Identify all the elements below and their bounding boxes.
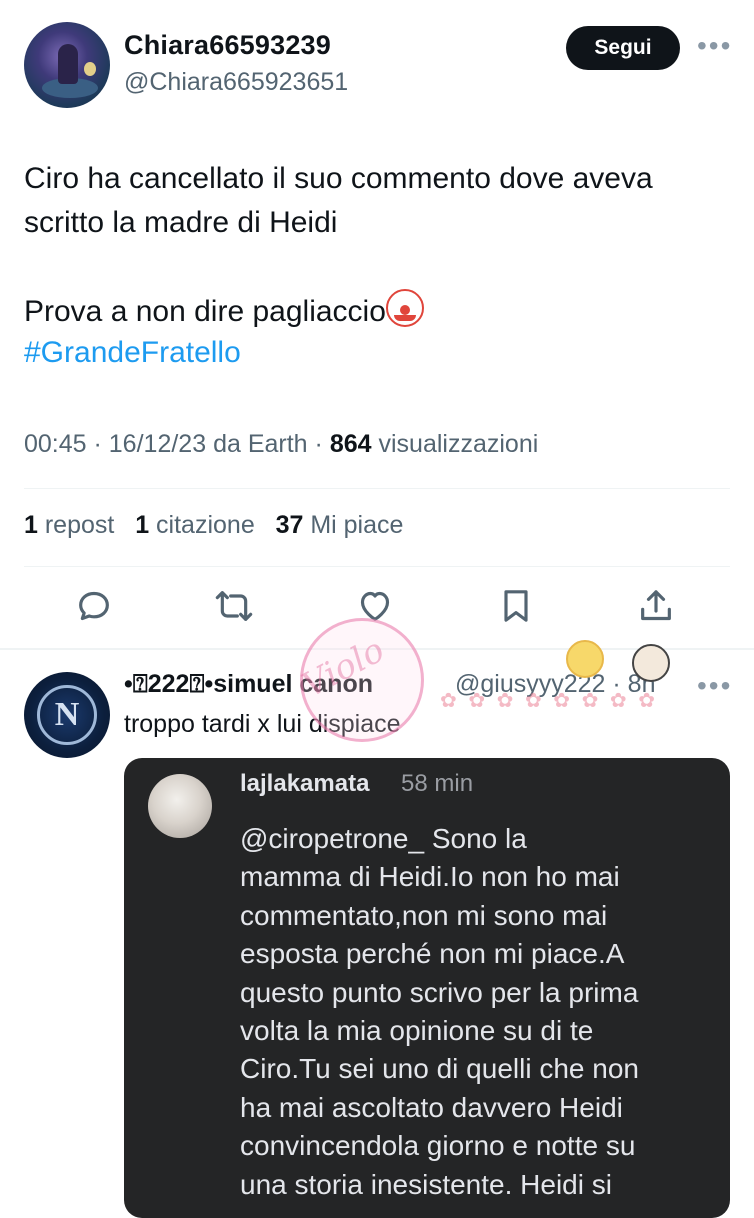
commenter-username: lajlakamata <box>240 770 370 797</box>
bookmark-icon[interactable] <box>496 586 536 626</box>
likes-label: Mi piace <box>310 511 404 539</box>
likes-count: 37 <box>275 511 304 539</box>
author-display-name[interactable]: Chiara66593239 <box>124 30 331 61</box>
commenter-avatar <box>148 774 212 838</box>
comment-line: commentato,non mi sono mai <box>240 899 608 931</box>
tweet-text: Ciro ha cancellato il suo commento dove … <box>24 157 724 334</box>
reposts-stat[interactable]: 1 repost <box>24 511 114 539</box>
reposts-label: repost <box>44 511 115 539</box>
divider <box>24 488 730 489</box>
author-handle[interactable]: @Chiara665923651 <box>124 68 348 97</box>
watermark-sticker-icon <box>632 644 670 682</box>
tweet-source: Earth <box>247 430 308 458</box>
napoli-logo-icon: N <box>37 685 97 745</box>
comment-line: esposta perché non mi piace.A <box>240 938 625 970</box>
tweet-text-line: scritto la madre di Heidi <box>24 206 338 239</box>
more-options-icon[interactable]: ••• <box>697 670 732 702</box>
clown-face-emoji-icon <box>385 289 424 327</box>
tweet-stats: 1 repost 1 citazione 37 Mi piace <box>24 511 403 540</box>
watermark-sticker-icon <box>566 640 604 678</box>
tweet-meta: 00:45 · 16/12/23 da Earth · 864 visualiz… <box>24 430 539 458</box>
share-icon[interactable] <box>636 586 676 626</box>
comment-line: questo punto scrivo per la prima <box>240 976 639 1008</box>
reply-image[interactable]: lajlakamata 58 min @ciropetrone_ Sono la… <box>124 758 730 1218</box>
divider <box>24 566 730 567</box>
tweet-text-line-3: Prova a non dire pagliaccio <box>24 289 724 334</box>
author-avatar[interactable] <box>24 22 110 108</box>
tweet-text-pagliaccio: Prova a non dire pagliaccio <box>24 295 386 328</box>
quotes-count: 1 <box>135 511 150 539</box>
reposts-count: 1 <box>24 511 38 539</box>
reply-icon[interactable] <box>74 586 114 626</box>
tweet-time: 00:45 <box>24 430 87 458</box>
views-label: visualizzazioni <box>378 430 539 458</box>
follow-button[interactable]: Segui <box>566 26 680 70</box>
comment-time: 58 min <box>401 770 474 797</box>
source-prefix: da <box>213 430 241 458</box>
hashtag-link[interactable]: #GrandeFratello <box>24 336 241 370</box>
likes-stat[interactable]: 37 Mi piace <box>276 511 404 539</box>
comment-line: volta la mia opinione su di te <box>240 1015 594 1047</box>
comment-line: ha mai ascoltato davvero Heidi <box>240 1091 623 1123</box>
comment-line: convincendola giorno e notte su <box>240 1130 636 1162</box>
tweet-text-line: Ciro ha cancellato il suo commento dove … <box>24 162 653 195</box>
more-options-icon[interactable]: ••• <box>697 30 732 62</box>
quotes-label: citazione <box>156 511 255 539</box>
comment-line: @ciropetrone_ Sono la <box>240 823 527 854</box>
repost-icon[interactable] <box>214 586 254 626</box>
comment-text: @ciropetrone_ Sono la mamma di Heidi.Io … <box>240 820 720 1204</box>
quotes-stat[interactable]: 1 citazione <box>135 511 255 539</box>
comment-line: Ciro.Tu sei uno di quelli che non <box>240 1053 639 1085</box>
comment-line: mamma di Heidi.Io non ho mai <box>240 861 620 893</box>
views-count: 864 <box>329 430 372 458</box>
reply-author-avatar[interactable]: N <box>24 672 110 758</box>
watermark-decoration: ✿ ✿ ✿ ✿ ✿ ✿ ✿ ✿ <box>440 690 658 712</box>
comment-line: una storia inesistente. Heidi si <box>240 1168 612 1200</box>
tweet-date: 16/12/23 <box>108 430 207 458</box>
